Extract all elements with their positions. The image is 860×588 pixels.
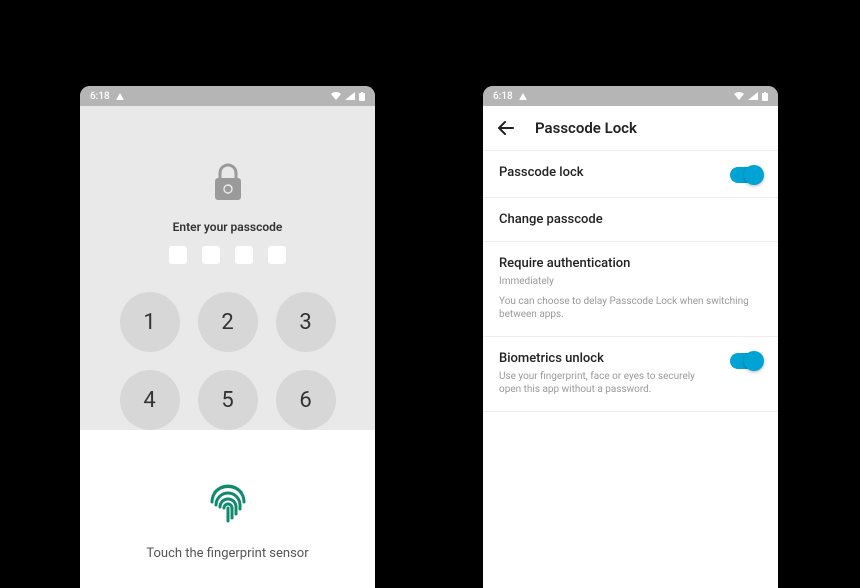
keypad-key-6[interactable]: 6 (276, 370, 336, 430)
warning-icon (519, 93, 527, 100)
passcode-dot (169, 246, 187, 264)
keypad-key-3[interactable]: 3 (276, 292, 336, 352)
phone-passcode-entry: 6:18 Enter your passcode 1 2 3 4 5 (80, 86, 375, 588)
fingerprint-icon[interactable] (202, 472, 254, 524)
wifi-icon (331, 92, 341, 100)
setting-biometrics-unlock[interactable]: Biometrics unlock Use your fingerprint, … (483, 337, 778, 412)
passcode-dot (268, 246, 286, 264)
lock-icon (211, 162, 245, 204)
battery-icon (359, 92, 365, 101)
back-arrow-icon[interactable] (497, 119, 515, 137)
setting-title: Require authentication (499, 256, 762, 271)
setting-subtitle: Immediately (499, 275, 762, 289)
keypad-key-4[interactable]: 4 (120, 370, 180, 430)
passcode-dot (202, 246, 220, 264)
battery-icon (762, 92, 768, 101)
settings-title: Passcode Lock (535, 119, 637, 137)
keypad: 1 2 3 4 5 6 (80, 292, 375, 430)
settings-header: Passcode Lock (483, 106, 778, 151)
keypad-key-2[interactable]: 2 (198, 292, 258, 352)
warning-icon (116, 93, 124, 100)
passcode-prompt: Enter your passcode (80, 220, 375, 234)
setting-passcode-lock[interactable]: Passcode lock (483, 151, 778, 198)
keypad-key-5[interactable]: 5 (198, 370, 258, 430)
status-bar: 6:18 (80, 86, 375, 106)
keypad-key-1[interactable]: 1 (120, 292, 180, 352)
toggle-passcode-lock[interactable] (730, 167, 762, 183)
passcode-dots (80, 246, 375, 264)
setting-require-authentication[interactable]: Require authentication Immediately You c… (483, 242, 778, 337)
signal-icon (345, 92, 355, 100)
passcode-panel: Enter your passcode 1 2 3 4 5 6 (80, 106, 375, 430)
wifi-icon (734, 92, 744, 100)
toggle-biometrics[interactable] (730, 353, 762, 369)
setting-title: Biometrics unlock (499, 351, 718, 366)
setting-title: Change passcode (499, 212, 762, 227)
passcode-dot (235, 246, 253, 264)
status-icons (331, 92, 365, 101)
status-icons (734, 92, 768, 101)
status-time: 6:18 (493, 91, 513, 102)
signal-icon (748, 92, 758, 100)
status-time: 6:18 (90, 91, 110, 102)
settings-list: Passcode lock Change passcode Require au… (483, 151, 778, 412)
status-bar: 6:18 (483, 86, 778, 106)
fingerprint-prompt: Touch the fingerprint sensor (80, 546, 375, 561)
setting-change-passcode[interactable]: Change passcode (483, 198, 778, 242)
setting-description: Use your fingerprint, face or eyes to se… (499, 370, 718, 397)
fingerprint-panel: Touch the fingerprint sensor (80, 430, 375, 561)
phone-settings: 6:18 Passcode Lock Passcode lock Change … (483, 86, 778, 588)
setting-description: You can choose to delay Passcode Lock wh… (499, 295, 762, 322)
setting-title: Passcode lock (499, 165, 718, 180)
